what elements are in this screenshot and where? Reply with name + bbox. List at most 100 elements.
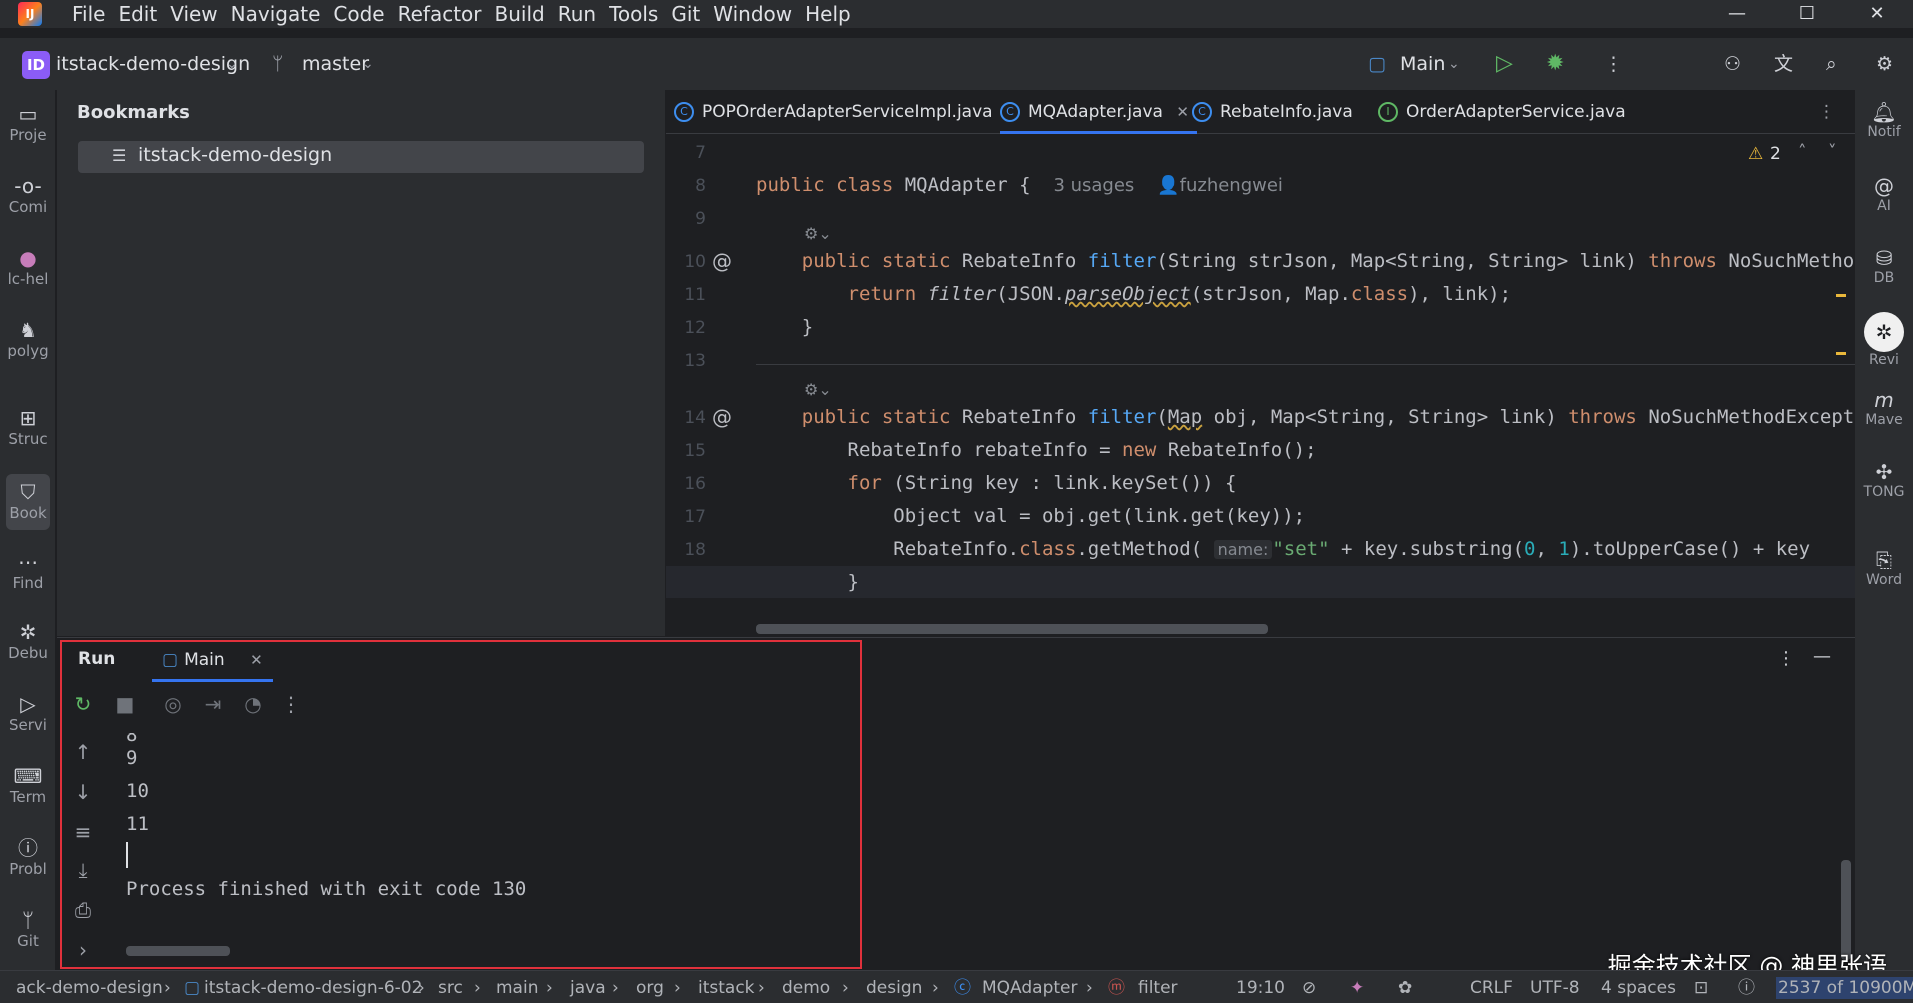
scroll-to-end-icon[interactable]: ⤓ <box>71 858 95 882</box>
chevron-down-icon[interactable]: ⌄ <box>226 50 238 78</box>
prev-highlight-icon[interactable]: ˄ <box>1798 142 1807 162</box>
readonly-lock-icon[interactable]: ⊡ <box>1694 977 1708 999</box>
restore-layout-icon[interactable]: ⇥ <box>201 692 225 716</box>
menu-view[interactable]: View <box>170 0 217 28</box>
project-selector[interactable]: itstack-demo-design <box>56 50 250 78</box>
tool-tongyi[interactable]: ✣ TONG <box>1855 460 1913 500</box>
expand-icon[interactable]: › <box>71 938 95 962</box>
tool-word-book[interactable]: ⎘ Word <box>1855 548 1913 588</box>
menu-refactor[interactable]: Refactor <box>398 0 482 28</box>
tab-rebateinfo[interactable]: C RebateInfo.java <box>1192 90 1353 134</box>
override-at-icon[interactable]: @ <box>712 249 732 273</box>
scroll-down-icon[interactable]: ↓ <box>71 780 95 804</box>
attach-profiler-icon[interactable]: ◔ <box>241 692 265 716</box>
run-icon[interactable]: ▷ <box>1496 50 1513 78</box>
tool-project[interactable]: ▭ Proje <box>0 102 56 144</box>
override-at-icon[interactable]: @ <box>712 405 732 429</box>
chevron-down-icon[interactable]: ⌄ <box>1448 50 1460 78</box>
tool-bookmarks[interactable]: ⛉ Book <box>6 474 50 530</box>
paw-icon[interactable]: ✿ <box>1398 977 1412 999</box>
debug-icon[interactable]: ✹ <box>1546 50 1564 78</box>
tab-popoorderadapterserviceimpl[interactable]: C POPOrderAdapterServiceImpl.java <box>674 90 993 134</box>
tool-leetcode-helper[interactable]: ● lc-hel <box>0 246 56 288</box>
more-actions-icon[interactable]: ⋮ <box>1604 50 1623 78</box>
breadcrumb-module[interactable]: itstack-demo-design-6-02 <box>204 977 422 999</box>
menu-build[interactable]: Build <box>495 0 545 28</box>
line-separator[interactable]: CRLF <box>1470 977 1513 999</box>
horizontal-scrollbar[interactable] <box>756 624 1268 634</box>
run-config-selector[interactable]: Main <box>1400 50 1445 78</box>
tool-commit[interactable]: -o- Comi <box>0 174 56 216</box>
breadcrumb-src[interactable]: src <box>438 977 463 999</box>
settings-gear-icon[interactable]: ⚙ <box>1876 50 1893 78</box>
breadcrumb-itstack[interactable]: itstack <box>698 977 755 999</box>
code-area[interactable]: ⚠ 2 ˄ ˅ 7 8 9 10 11 12 13 14 15 16 17 18… <box>666 134 1855 636</box>
soft-wrap-icon[interactable]: ≡ <box>71 820 95 844</box>
print-icon[interactable]: ⎙ <box>71 898 95 922</box>
rerun-icon[interactable]: ↻ <box>71 692 95 716</box>
breadcrumb-project[interactable]: ack-demo-design <box>16 977 163 999</box>
menu-code[interactable]: Code <box>333 0 384 28</box>
file-encoding[interactable]: UTF-8 <box>1530 977 1580 999</box>
hide-panel-icon[interactable]: — <box>1813 646 1831 667</box>
vertical-scrollbar[interactable] <box>1841 860 1851 960</box>
cursor-position[interactable]: 19:10 <box>1236 977 1285 999</box>
no-sync-icon[interactable]: ⊘ <box>1302 977 1316 999</box>
menu-navigate[interactable]: Navigate <box>231 0 321 28</box>
menu-run[interactable]: Run <box>558 0 596 28</box>
tool-ai-assistant[interactable]: @ AI <box>1855 174 1913 214</box>
breadcrumb-design[interactable]: design <box>866 977 922 999</box>
intellij-logo-icon[interactable]: IJ <box>18 2 42 26</box>
tabs-more-icon[interactable]: ⋮ <box>1818 90 1835 134</box>
maximize-icon[interactable]: ☐ <box>1777 0 1837 28</box>
menu-window[interactable]: Window <box>713 0 792 28</box>
warning-marker[interactable] <box>1836 294 1846 297</box>
console-output[interactable]: 8 9 10 11 Process finished with exit cod… <box>126 726 1826 966</box>
tool-problems[interactable]: ⓘ Probl <box>0 836 56 878</box>
horizontal-scrollbar[interactable] <box>126 946 230 956</box>
more-actions-icon[interactable]: ⋮ <box>279 692 303 716</box>
next-highlight-icon[interactable]: ˅ <box>1828 142 1837 162</box>
tool-find[interactable]: ⋯ Find <box>0 550 56 592</box>
close-window-icon[interactable]: ✕ <box>1847 0 1907 28</box>
search-icon[interactable]: ⌕ <box>1826 50 1837 78</box>
scroll-up-icon[interactable]: ↑ <box>71 740 95 764</box>
usages-hint[interactable]: 3 usages <box>1053 175 1134 196</box>
tool-notifications[interactable]: 🔔︎ Notif <box>1855 100 1913 140</box>
minimize-icon[interactable]: — <box>1707 0 1767 28</box>
plugin-star-icon[interactable]: ✦ <box>1350 977 1364 999</box>
indent-setting[interactable]: 4 spaces <box>1601 977 1676 999</box>
breadcrumb-java[interactable]: java <box>570 977 606 999</box>
breadcrumb-demo[interactable]: demo <box>782 977 830 999</box>
bookmark-list-item[interactable]: ☰ itstack-demo-design <box>78 141 644 173</box>
author-hint[interactable]: fuzhengwei <box>1180 175 1283 196</box>
tab-mqadapter[interactable]: C MQAdapter.java ✕ <box>1000 90 1197 134</box>
menu-tools[interactable]: Tools <box>609 0 658 28</box>
ai-generate-icon[interactable]: ⚙⌄ <box>804 224 832 243</box>
more-options-icon[interactable]: ⋮ <box>1777 648 1795 669</box>
tool-maven[interactable]: m Mave <box>1855 388 1913 428</box>
close-tab-icon[interactable]: ✕ <box>250 651 263 669</box>
breadcrumb-org[interactable]: org <box>636 977 664 999</box>
ai-generate-icon[interactable]: ⚙⌄ <box>804 380 832 399</box>
warning-icon[interactable]: ⚠ <box>1748 144 1763 164</box>
warning-marker[interactable] <box>1836 352 1846 355</box>
breadcrumb-method[interactable]: filter <box>1138 977 1178 999</box>
menu-help[interactable]: Help <box>805 0 851 28</box>
chevron-down-icon[interactable]: ⌄ <box>362 50 374 78</box>
project-badge[interactable]: ID <box>22 51 50 79</box>
account-icon[interactable]: ⚇ <box>1724 50 1741 78</box>
tab-orderadapterservice[interactable]: I OrderAdapterService.java <box>1378 90 1626 134</box>
tool-terminal[interactable]: ⌨ Term <box>0 764 56 806</box>
branch-selector[interactable]: master <box>302 50 369 78</box>
breadcrumb-main[interactable]: main <box>496 977 538 999</box>
tool-database[interactable]: ⛁ DB <box>1855 246 1913 286</box>
menu-file[interactable]: File <box>72 0 105 28</box>
menu-edit[interactable]: Edit <box>118 0 157 28</box>
close-tab-icon[interactable]: ✕ <box>1176 90 1189 134</box>
tool-services[interactable]: ▷ Servi <box>0 692 56 734</box>
inspection-icon[interactable]: ⓘ <box>1738 977 1755 999</box>
memory-indicator[interactable]: 2537 of 10900M <box>1776 977 1913 999</box>
tool-polyglot[interactable]: ♞ polyg <box>0 318 56 360</box>
stop-icon[interactable]: ■ <box>113 692 137 716</box>
